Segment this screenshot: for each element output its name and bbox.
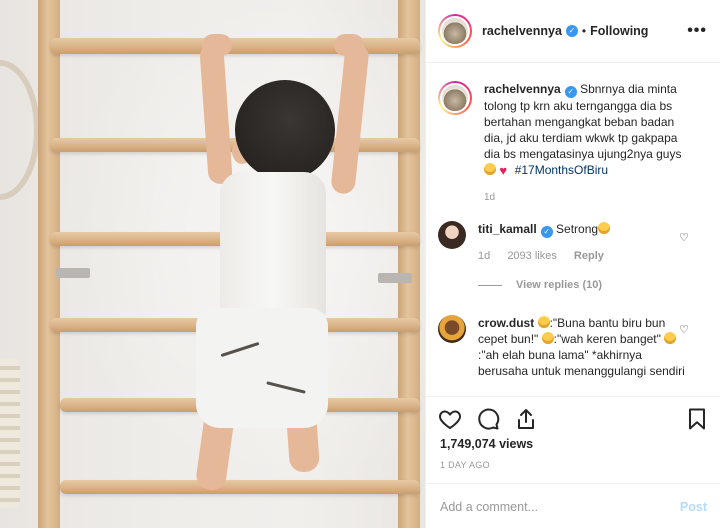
rolling-laughing-face-icon (598, 222, 611, 234)
avatar-image (440, 16, 470, 46)
post-side-panel: rachelvennya ✓ • Following ••• rachelven… (425, 0, 720, 528)
child-tank-top (220, 172, 326, 322)
comment-input[interactable] (440, 499, 680, 514)
baby-face-icon (537, 316, 550, 328)
post-actions: 1,749,074 views 1 DAY AGO Post (426, 396, 720, 528)
more-options-icon[interactable]: ••• (687, 22, 707, 40)
replies-divider (478, 284, 502, 286)
comment-text-part: :"wah keren banget" (553, 332, 665, 346)
child-head (235, 80, 335, 180)
caption-body: rachelvennya ✓ Sbnrnya dia minta tolong t… (484, 81, 684, 206)
comments-list[interactable]: rachelvennya ✓ Sbnrnya dia minta tolong t… (426, 63, 720, 396)
post-date[interactable]: 1 DAY AGO (440, 460, 490, 470)
caption-avatar[interactable] (438, 81, 472, 115)
save-bookmark-icon[interactable] (685, 407, 709, 431)
comment-item: crow.dust :"Buna bantu biru bun cepet bu… (438, 315, 713, 379)
commenter-avatar[interactable] (438, 315, 466, 343)
view-replies-label: View replies (10) (516, 279, 603, 291)
verified-badge-icon: ✓ (565, 25, 578, 37)
view-count[interactable]: 1,749,074 views (440, 437, 533, 451)
view-replies-button[interactable]: View replies (10) (478, 279, 602, 291)
comment-age[interactable]: 1d (478, 250, 490, 262)
verified-badge-icon: ✓ (564, 86, 577, 98)
post-header: rachelvennya ✓ • Following ••• (426, 0, 720, 63)
author-username[interactable]: rachelvennya (482, 24, 562, 38)
header-separator: • (581, 24, 587, 38)
comment-body: crow.dust :"Buna bantu biru bun cepet bu… (478, 315, 686, 379)
avatar-image (440, 83, 470, 113)
like-comment-heart-icon[interactable]: ♡ (679, 231, 689, 244)
comment-body: titi_kamall ✓ Setrong 1d 2093 likes Reply (478, 221, 686, 264)
comment-text: Setrong (556, 222, 599, 236)
like-comment-heart-icon[interactable]: ♡ (679, 323, 689, 336)
following-button[interactable]: Following (590, 24, 648, 38)
child-shorts (196, 308, 328, 428)
instagram-post: rachelvennya ✓ • Following ••• rachelven… (0, 0, 720, 528)
child-hand-left (202, 34, 232, 56)
wall-hook (56, 268, 90, 278)
child-hand-right (334, 34, 364, 56)
caption-hashtag[interactable]: #17MonthsOfBiru (515, 163, 608, 177)
red-heart-icon: ♥ (499, 163, 508, 178)
caption-age[interactable]: 1d (484, 190, 684, 206)
laughing-face-icon (484, 163, 496, 175)
post-media[interactable] (0, 0, 425, 528)
action-icons (438, 407, 538, 431)
wall-hook (378, 273, 412, 283)
comment-meta: 1d 2093 likes Reply (478, 248, 686, 264)
comment-username[interactable]: crow.dust (478, 316, 534, 330)
add-comment-bar: Post (426, 483, 720, 529)
comment-text-part: :"ah elah buna lama" *akhirnya berusaha … (478, 348, 685, 378)
baby-face-icon (664, 332, 677, 344)
ladder-rail-left (38, 0, 60, 528)
post-caption: rachelvennya ✓ Sbnrnya dia minta tolong t… (438, 81, 713, 206)
comment-likes[interactable]: 2093 likes (507, 250, 557, 262)
reply-button[interactable]: Reply (574, 250, 604, 262)
share-icon[interactable] (514, 407, 538, 431)
author-avatar[interactable] (438, 14, 472, 48)
verified-badge-icon: ✓ (540, 226, 553, 238)
ladder-rung (60, 480, 420, 494)
commenter-avatar[interactable] (438, 221, 466, 249)
woman-face-icon (541, 332, 554, 344)
caption-username[interactable]: rachelvennya (484, 82, 561, 96)
comment-username[interactable]: titi_kamall (478, 222, 537, 236)
comment-bubble-icon[interactable] (476, 407, 500, 431)
comment-item: titi_kamall ✓ Setrong 1d 2093 likes Reply… (438, 221, 713, 264)
ladder-rail-right (398, 0, 420, 528)
stacked-toy (0, 358, 20, 508)
like-heart-icon[interactable] (438, 407, 462, 431)
post-comment-button[interactable]: Post (680, 500, 707, 514)
